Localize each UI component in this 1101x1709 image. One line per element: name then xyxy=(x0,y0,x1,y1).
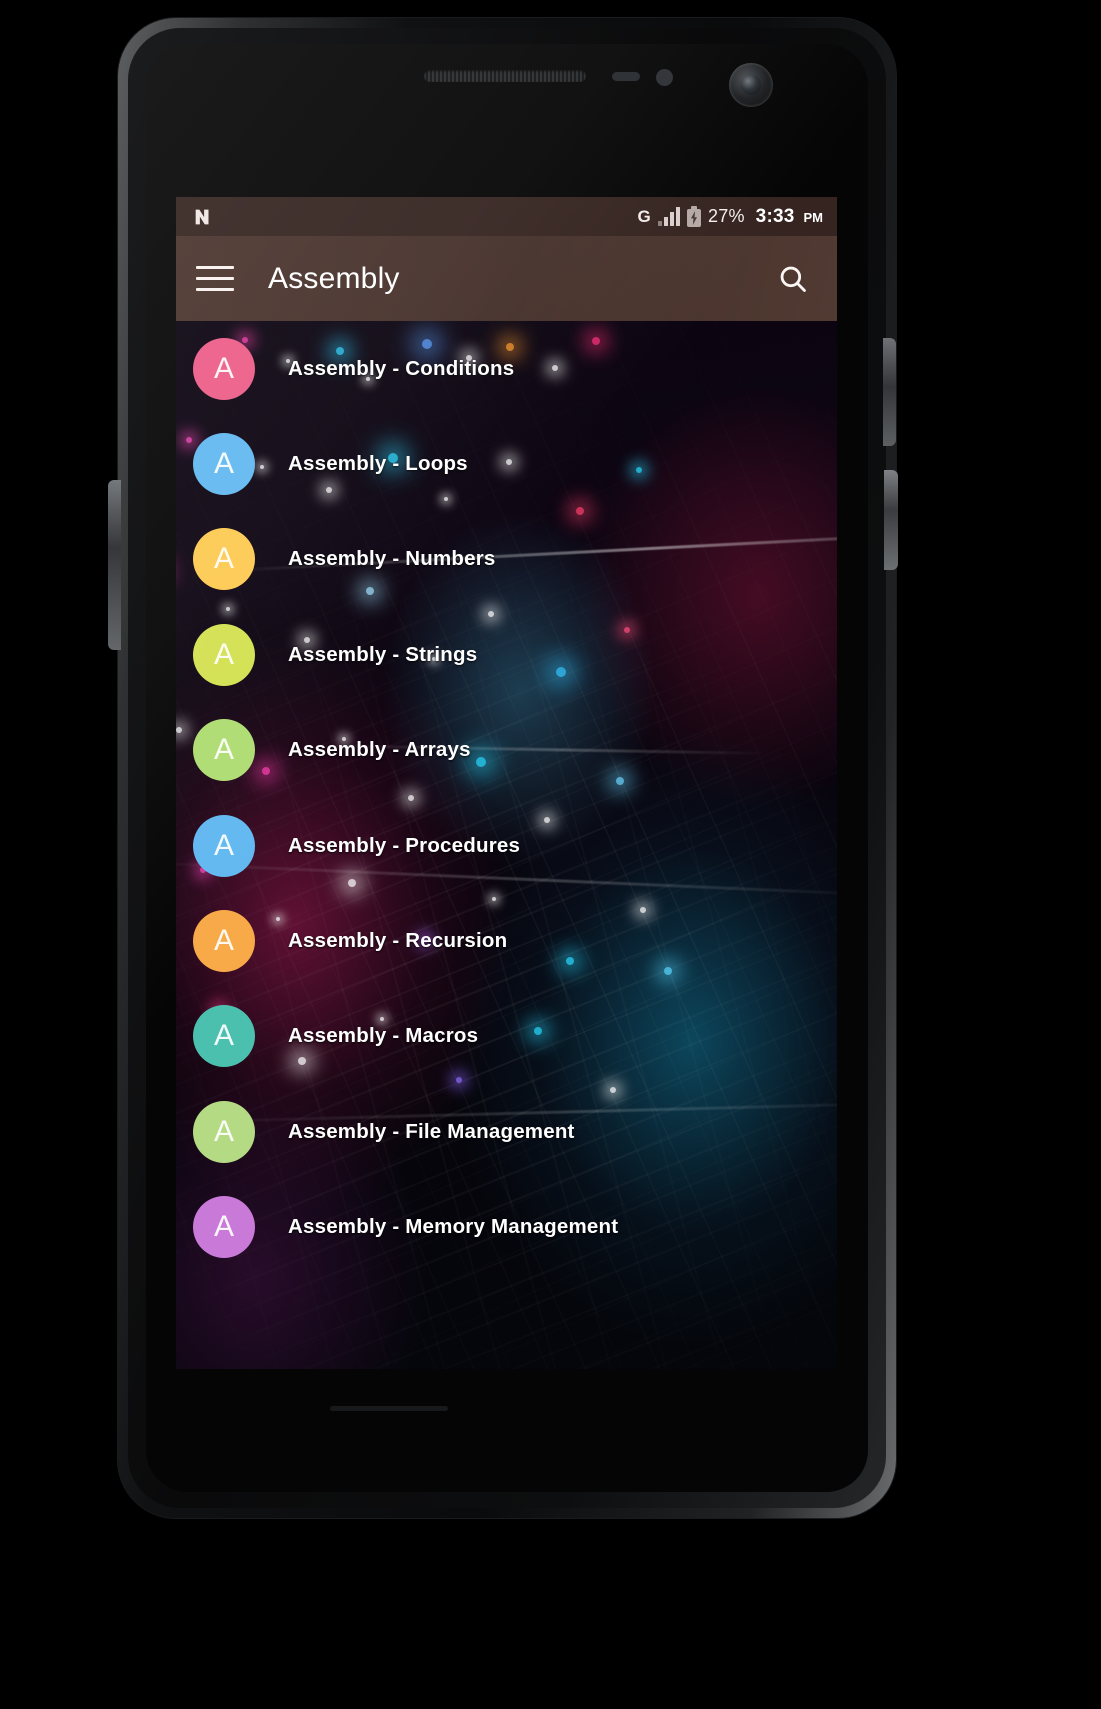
ambient-light-sensor xyxy=(656,69,673,86)
signal-bars-icon xyxy=(658,207,681,226)
status-bar: G 27% 3:33 PM xyxy=(176,197,837,236)
android-n-logo-icon xyxy=(195,209,209,224)
avatar: A xyxy=(193,1196,255,1259)
avatar: A xyxy=(193,1100,255,1163)
hamburger-menu-icon[interactable] xyxy=(196,264,234,294)
avatar: A xyxy=(193,433,255,496)
battery-percent-label: 27% xyxy=(708,206,745,226)
page-title: Assembly xyxy=(268,261,400,295)
clock-ampm-label: PM xyxy=(803,210,824,225)
status-bar-left xyxy=(192,206,638,228)
battery-charging-icon xyxy=(687,206,702,227)
avatar: A xyxy=(193,337,255,400)
list-item-label: Assembly - Macros xyxy=(288,1024,479,1048)
avatar: A xyxy=(193,623,255,686)
list-item[interactable]: A Assembly - Arrays xyxy=(176,703,837,798)
list-item[interactable]: A Assembly - Procedures xyxy=(176,798,837,893)
list-item[interactable]: A Assembly - Numbers xyxy=(176,512,837,607)
list-item-label: Assembly - Strings xyxy=(288,642,478,666)
list-item-label: Assembly - Conditions xyxy=(288,356,515,380)
bottom-speaker-grille xyxy=(330,1406,448,1411)
list-item[interactable]: A Assembly - Loops xyxy=(176,416,837,511)
front-camera-lens xyxy=(741,75,761,95)
list-item[interactable]: A Assembly - File Management xyxy=(176,1084,837,1179)
topic-list[interactable]: A Assembly - Conditions A Assembly - Loops A… xyxy=(176,321,837,1369)
network-type-label: G xyxy=(637,207,652,226)
list-item-label: Assembly - Arrays xyxy=(288,738,471,762)
app-toolbar: Assembly xyxy=(176,236,837,321)
list-item[interactable]: A Assembly - Conditions xyxy=(176,321,837,416)
avatar: A xyxy=(193,719,255,782)
avatar: A xyxy=(193,910,255,973)
list-item[interactable]: A Assembly - Recursion xyxy=(176,893,837,988)
power-button-upper[interactable] xyxy=(883,338,896,446)
status-bar-right: G 27% 3:33 PM xyxy=(637,205,824,228)
phone-screen: G 27% 3:33 PM Assembly A Assembly - Cond… xyxy=(176,197,837,1369)
list-item-label: Assembly - Loops xyxy=(288,452,468,476)
list-item-label: Assembly - Procedures xyxy=(288,833,521,857)
avatar: A xyxy=(193,528,255,591)
search-icon[interactable] xyxy=(771,257,815,301)
list-item[interactable]: A Assembly - Macros xyxy=(176,989,837,1084)
clock-label: 3:33 xyxy=(755,205,795,227)
avatar: A xyxy=(193,1005,255,1068)
volume-button[interactable] xyxy=(108,480,121,650)
list-item-label: Assembly - Memory Management xyxy=(288,1215,619,1239)
list-item-label: Assembly - Recursion xyxy=(288,929,508,953)
list-item-label: Assembly - File Management xyxy=(288,1119,575,1143)
list-item[interactable]: A Assembly - Strings xyxy=(176,607,837,702)
list-item[interactable]: A Assembly - Memory Management xyxy=(176,1180,837,1275)
earpiece-speaker xyxy=(424,70,586,82)
avatar: A xyxy=(193,814,255,877)
proximity-sensor xyxy=(612,72,640,81)
power-button[interactable] xyxy=(884,470,898,570)
list-item-label: Assembly - Numbers xyxy=(288,547,496,571)
screenshot-root: G 27% 3:33 PM Assembly A Assembly - Cond… xyxy=(0,0,1101,1709)
